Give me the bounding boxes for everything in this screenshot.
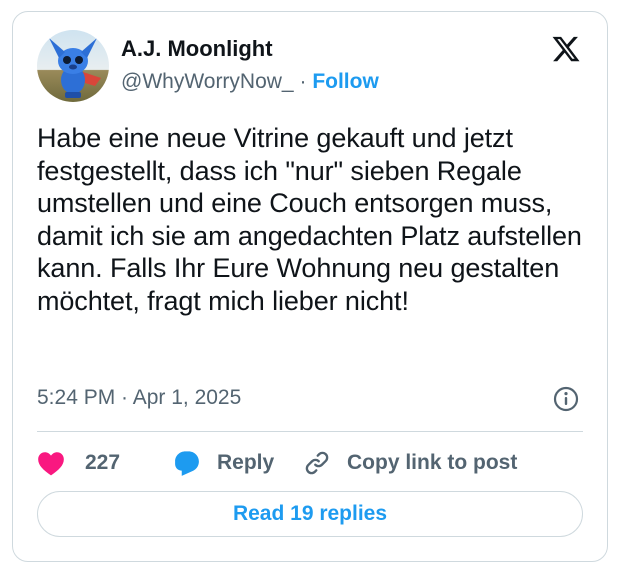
handle-separator: · <box>299 70 307 93</box>
copy-link-button[interactable]: Copy link to post <box>303 448 517 478</box>
info-icon[interactable] <box>553 386 579 412</box>
tweet-card: A.J. Moonlight @WhyWorryNow_ · Follow Ha… <box>12 11 608 562</box>
reply-button[interactable]: Reply <box>173 448 274 478</box>
like-button[interactable]: 227 <box>37 448 120 478</box>
link-icon <box>305 451 329 475</box>
author-handle-row: @WhyWorryNow_ · Follow <box>121 70 379 94</box>
read-replies-label: Read 19 replies <box>232 502 388 525</box>
avatar[interactable] <box>37 30 109 102</box>
tweet-timestamp[interactable]: 5:24 PM · Apr 1, 2025 <box>37 386 241 410</box>
divider <box>37 431 583 432</box>
reply-bubble-icon <box>175 451 199 476</box>
copy-link-label: Copy link to post <box>347 451 518 474</box>
author-handle[interactable]: @WhyWorryNow_ <box>121 70 294 93</box>
reply-label: Reply <box>217 451 275 474</box>
follow-button[interactable]: Follow <box>312 70 379 93</box>
like-count: 227 <box>85 451 121 474</box>
heart-icon <box>38 452 64 476</box>
author-name[interactable]: A.J. Moonlight <box>121 36 273 62</box>
tweet-text: Habe eine neue Vitrine gekauft und jetzt… <box>37 123 582 316</box>
read-replies-button[interactable]: Read 19 replies <box>37 491 583 537</box>
x-logo-icon[interactable] <box>551 34 581 64</box>
